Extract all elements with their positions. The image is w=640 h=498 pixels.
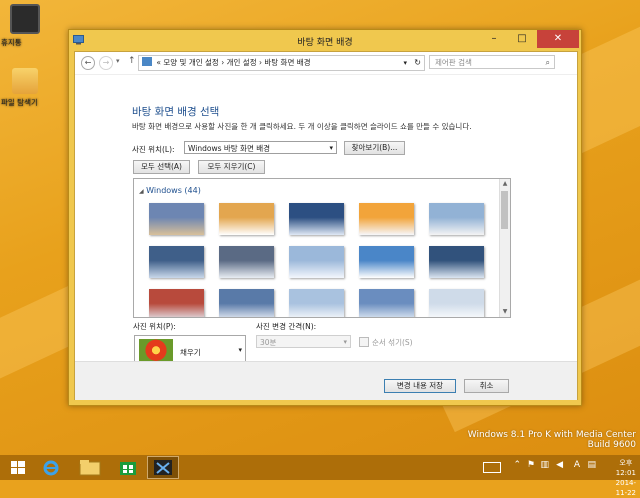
network-icon[interactable]: ▥ — [540, 460, 549, 470]
maximize-button[interactable]: □ — [509, 30, 535, 48]
windows-logo-icon — [11, 461, 25, 474]
breadcrumb-separator: › — [258, 58, 262, 67]
picture-position-label: 사진 위치(P): — [133, 322, 176, 331]
browse-button[interactable]: 찾아보기(B)... — [344, 141, 405, 155]
recent-pages-chevron-icon[interactable]: ▾ — [116, 57, 120, 65]
folder-icon — [12, 68, 38, 94]
wallpaper-thumbnail-icy-trees[interactable] — [289, 289, 344, 317]
wallpaper-thumbnail-golden-snow-trees[interactable] — [219, 203, 274, 235]
wallpaper-thumbnail-red-cabin[interactable] — [149, 289, 204, 317]
scroll-thumb[interactable] — [501, 191, 508, 229]
search-placeholder: 제어판 검색 — [435, 58, 472, 67]
close-button[interactable]: ✕ — [537, 30, 579, 48]
wallpaper-thumbnail-winter-lake[interactable] — [429, 203, 484, 235]
select-all-button[interactable]: 모두 선택(A) — [133, 160, 190, 174]
show-hidden-icons-chevron-icon[interactable]: ⌃ — [513, 460, 521, 470]
internet-explorer-button[interactable] — [37, 457, 65, 478]
wallpaper-thumbnail-frosted-canal[interactable] — [429, 246, 484, 278]
footer-bar: 변경 내용 저장 취소 — [75, 361, 577, 400]
title-bar[interactable]: 바탕 화면 배경 – □ ✕ — [69, 30, 581, 50]
file-explorer-icon — [79, 460, 101, 476]
up-arrow-icon[interactable]: ↑ — [128, 56, 136, 66]
collapse-icon[interactable]: ◢ — [139, 188, 144, 195]
taskbar: ⌃ ⚑ ▥ ◀ A ▤ 오후 12:01 2014-11-22 — [0, 455, 640, 497]
change-interval-select[interactable]: 30분 ▾ — [256, 335, 351, 348]
wallpaper-thumbnail-snowy-forest-sunset[interactable] — [149, 203, 204, 235]
search-input[interactable]: 제어판 검색 ⌕ — [429, 55, 555, 69]
breadcrumb-personalization[interactable]: 개인 설정 — [227, 58, 257, 67]
address-overflow[interactable]: « — [156, 58, 161, 67]
chevron-down-icon: ▾ — [238, 346, 242, 354]
internet-explorer-icon — [43, 460, 59, 476]
picture-location-select[interactable]: Windows 바탕 화면 배경 ▾ — [184, 141, 337, 154]
store-icon — [120, 462, 136, 475]
file-explorer-button[interactable] — [76, 457, 104, 478]
picture-position-value: 채우기 — [180, 348, 201, 357]
breadcrumb-separator: › — [221, 58, 225, 67]
back-button[interactable]: ← — [81, 56, 95, 70]
clock[interactable]: 오후 12:01 2014-11-22 — [616, 458, 636, 498]
search-icon[interactable]: ⌕ — [546, 56, 550, 70]
recycle-bin-icon — [10, 4, 40, 34]
wallpaper-thumbnail-snow-pines[interactable] — [429, 289, 484, 317]
ime-icon[interactable]: ▤ — [587, 460, 596, 470]
address-dropdown-icon[interactable]: ▾ — [403, 56, 407, 70]
start-button[interactable] — [4, 457, 32, 478]
control-panel-taskbar-button[interactable] — [147, 456, 179, 479]
shuffle-checkbox[interactable] — [359, 337, 369, 347]
keyboard-icon[interactable] — [483, 462, 501, 473]
scroll-down-icon[interactable]: ▼ — [500, 307, 510, 317]
action-center-flag-icon[interactable]: ⚑ — [527, 460, 535, 470]
wallpaper-thumbnail-snow-river[interactable] — [149, 246, 204, 278]
cancel-button[interactable]: 취소 — [464, 379, 509, 393]
wallpaper-thumbnail-snow-path[interactable] — [289, 246, 344, 278]
save-changes-button[interactable]: 변경 내용 저장 — [384, 379, 456, 393]
minimize-button[interactable]: – — [481, 30, 507, 48]
shuffle-label: 순서 섞기(S) — [372, 338, 413, 347]
navigation-bar: ← → ▾ ↑ « 모양 및 개인 설정 › 개인 설정 › 바탕 화면 배경 … — [75, 52, 577, 75]
wallpaper-thumbnail-blue-dusk-forest[interactable] — [359, 289, 414, 317]
wallpaper-thumbnail-frozen-shore[interactable] — [219, 246, 274, 278]
control-panel-icon — [142, 57, 152, 66]
build-line-1: Windows 8.1 Pro K with Media Center — [467, 430, 636, 440]
store-button[interactable] — [114, 457, 142, 478]
refresh-icon[interactable]: ↻ — [414, 56, 421, 70]
window-content: ← → ▾ ↑ « 모양 및 개인 설정 › 개인 설정 › 바탕 화면 배경 … — [74, 51, 578, 400]
control-panel-icon — [154, 460, 172, 475]
desktop-icon-label: 파일 탐색기 — [1, 98, 38, 107]
build-line-2: Build 9600 — [587, 440, 636, 450]
picture-location-label: 사진 위치(L): — [132, 145, 175, 154]
clear-all-button[interactable]: 모두 지우기(C) — [198, 160, 265, 174]
forward-button[interactable]: → — [99, 56, 113, 70]
chevron-down-icon: ▾ — [343, 338, 347, 346]
wallpaper-thumbnail-sunrise-snow[interactable] — [359, 203, 414, 235]
breadcrumb-desktop-background[interactable]: 바탕 화면 배경 — [264, 58, 310, 67]
desktop-icon-label: 휴지통 — [1, 38, 22, 47]
change-interval-value: 30분 — [260, 338, 277, 347]
change-interval-label: 사진 변경 간격(N): — [256, 322, 317, 331]
desktop-background-window: 바탕 화면 배경 – □ ✕ ← → ▾ ↑ « 모양 및 개인 설정 › 개인… — [68, 29, 582, 406]
page-heading: 바탕 화면 배경 선택 — [132, 106, 220, 118]
page-description: 바탕 화면 배경으로 사용할 사진을 한 개 클릭하세요. 두 개 이상을 클릭… — [132, 122, 472, 131]
chevron-down-icon: ▾ — [329, 144, 333, 152]
windows-build-text: Windows 8.1 Pro K with Media Center Buil… — [468, 430, 636, 450]
wallpaper-thumbnail-blue-snow-forest[interactable] — [289, 203, 344, 235]
breadcrumb-appearance[interactable]: 모양 및 개인 설정 — [163, 58, 218, 67]
gallery-group-header[interactable]: ◢ Windows (44) — [139, 186, 201, 195]
volume-icon[interactable]: ◀ — [556, 460, 563, 470]
wallpaper-thumbnail-frosted-branches[interactable] — [359, 246, 414, 278]
wallpaper-thumbnail-snow-peaks[interactable] — [219, 289, 274, 317]
clock-date: 2014-11-22 — [615, 479, 636, 497]
scroll-up-icon[interactable]: ▲ — [500, 179, 510, 189]
clock-time: 오후 12:01 — [615, 459, 636, 477]
wallpaper-gallery: ◢ Windows (44) ▲ ▼ — [133, 178, 511, 318]
file-explorer-desktop-icon[interactable]: 파일 탐색기 — [1, 68, 49, 107]
gallery-group-title: Windows (44) — [146, 186, 201, 195]
gallery-scrollbar[interactable]: ▲ ▼ — [499, 179, 510, 317]
picture-location-value: Windows 바탕 화면 배경 — [188, 144, 271, 153]
input-language-indicator[interactable]: A — [574, 460, 580, 470]
address-bar[interactable]: « 모양 및 개인 설정 › 개인 설정 › 바탕 화면 배경 ▾ ↻ — [138, 55, 425, 71]
recycle-bin-desktop-icon[interactable]: 휴지통 — [1, 4, 49, 47]
